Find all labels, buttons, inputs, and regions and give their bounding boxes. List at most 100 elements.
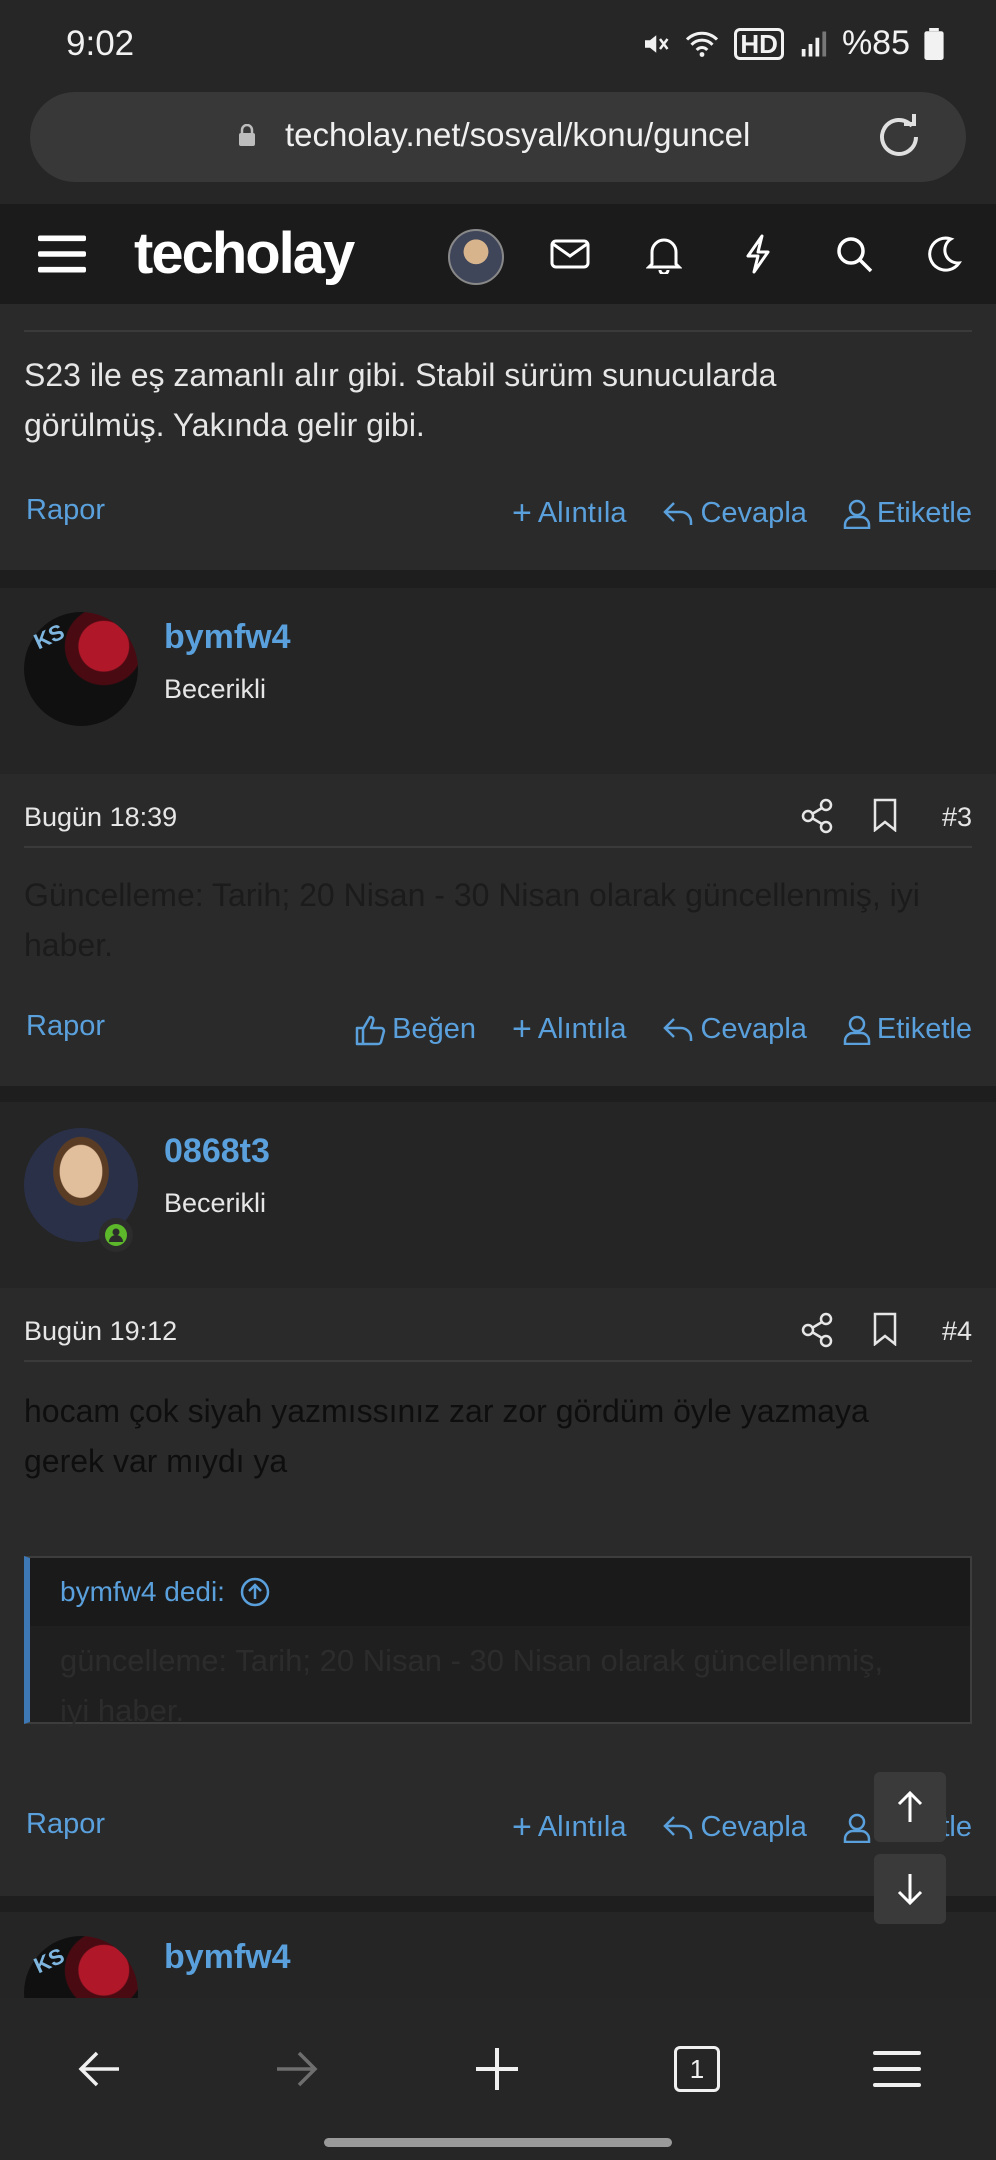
- new-tab-icon[interactable]: [462, 2034, 532, 2104]
- bell-icon[interactable]: [640, 229, 688, 279]
- post-5-user: KS bymfw4: [0, 1912, 996, 2050]
- plus-icon: +: [511, 1808, 532, 1846]
- post-4: Bugün 19:12 #4 hocam çok siyah yazmıssın…: [0, 1288, 996, 1896]
- browser-menu-icon[interactable]: [862, 2034, 932, 2104]
- user-icon: [843, 1015, 871, 1045]
- search-icon[interactable]: [830, 229, 878, 279]
- post-body: Güncelleme: Tarih; 20 Nisan - 30 Nisan o…: [24, 877, 920, 963]
- address-bar[interactable]: techolay.net/sosyal/konu/guncel: [30, 92, 966, 182]
- back-icon[interactable]: [64, 2034, 134, 2104]
- bookmark-icon[interactable]: [872, 1312, 898, 1346]
- arrow-up-circle-icon[interactable]: [239, 1576, 271, 1608]
- user-avatar[interactable]: KS: [24, 612, 138, 726]
- reply-button[interactable]: Cevapla: [662, 497, 807, 530]
- post-separator: [0, 1086, 996, 1102]
- quote-label: Alıntıla: [537, 1811, 627, 1843]
- online-status-icon: [99, 1218, 133, 1252]
- browser-bottom-nav: 1: [0, 1998, 996, 2160]
- avatar[interactable]: [448, 229, 504, 285]
- report-label: Rapor: [26, 494, 105, 526]
- share-icon[interactable]: [800, 798, 834, 834]
- wifi-icon: [686, 31, 719, 57]
- menu-icon[interactable]: [38, 229, 86, 279]
- avatar-initials: KS: [29, 1942, 69, 1979]
- reply-label: Cevapla: [700, 497, 807, 529]
- plus-icon: +: [511, 494, 532, 532]
- share-icon[interactable]: [800, 1312, 834, 1348]
- post-separator: [0, 1896, 996, 1912]
- like-button[interactable]: Beğen: [354, 1013, 476, 1046]
- status-icons: HD %85: [640, 24, 944, 63]
- battery-label: %85: [841, 24, 910, 62]
- tab-count: 1: [689, 2053, 705, 2084]
- quote-text: güncelleme: Tarih; 20 Nisan - 30 Nisan o…: [60, 1643, 884, 1728]
- post-actions: Beğen + Alıntıla Cevapla Etiketle: [354, 1010, 972, 1049]
- username[interactable]: bymfw4: [164, 1938, 291, 1977]
- thumbs-up-icon: [355, 1015, 386, 1045]
- bolt-icon[interactable]: [734, 229, 782, 279]
- reply-label: Cevapla: [700, 1013, 807, 1045]
- scroll-top-button[interactable]: [874, 1772, 946, 1842]
- status-time: 9:02: [66, 24, 135, 63]
- status-bar: 9:02 HD %85: [0, 0, 996, 92]
- post-date[interactable]: Bugün 18:39: [24, 802, 177, 833]
- username[interactable]: 0868t3: [164, 1132, 270, 1171]
- post-body: S23 ile eş zamanlı alır gibi. Stabil sür…: [24, 357, 777, 443]
- report-link[interactable]: Rapor: [26, 1808, 105, 1841]
- scroll-bottom-button[interactable]: [874, 1854, 946, 1924]
- meta-divider: [24, 1360, 972, 1362]
- post-separator: [0, 570, 996, 588]
- user-title: Becerikli: [164, 1188, 267, 1218]
- quote-button[interactable]: + Alıntıla: [512, 494, 627, 533]
- arrow-down-icon: [897, 1874, 923, 1906]
- site-logo[interactable]: techolay: [134, 220, 355, 287]
- forward-icon: [262, 2034, 332, 2104]
- post-actions: +Alıntıla Cevapla Etiketle: [512, 494, 972, 533]
- quote-button[interactable]: + Alıntıla: [512, 1808, 627, 1847]
- post-number[interactable]: #4: [942, 1316, 972, 1347]
- tag-label: Etiketle: [876, 497, 972, 529]
- reply-button[interactable]: Cevapla: [662, 1013, 807, 1046]
- battery-icon: [924, 27, 944, 60]
- post-2: S23 ile eş zamanlı alır gibi. Stabil sür…: [0, 304, 996, 570]
- arrow-up-icon: [897, 1790, 923, 1822]
- user-icon: [843, 499, 871, 529]
- post-3-user: KS bymfw4 Becerikli: [0, 588, 996, 774]
- hd-plus-icon: HD: [734, 27, 784, 60]
- quote-header[interactable]: bymfw4 dedi:: [30, 1558, 970, 1626]
- reply-label: Cevapla: [700, 1811, 807, 1843]
- bookmark-icon[interactable]: [872, 798, 898, 832]
- post-4-user: 0868t3 Becerikli: [0, 1102, 996, 1288]
- reply-icon: [663, 1017, 693, 1041]
- report-label: Rapor: [26, 1808, 105, 1840]
- home-indicator[interactable]: [324, 2138, 672, 2147]
- tabs-icon: 1: [674, 2046, 720, 2092]
- post-date[interactable]: Bugün 19:12: [24, 1316, 177, 1347]
- like-label: Beğen: [392, 1013, 476, 1045]
- meta-divider: [24, 330, 972, 332]
- post-body: hocam çok siyah yazmıssınız zar zor görd…: [24, 1393, 869, 1479]
- report-label: Rapor: [26, 1010, 105, 1042]
- report-link[interactable]: Rapor: [26, 1010, 105, 1043]
- reload-icon[interactable]: [874, 112, 924, 162]
- quote-author: bymfw4 dedi:: [60, 1576, 225, 1607]
- tabs-button[interactable]: 1: [662, 2034, 732, 2104]
- post-3: Bugün 18:39 #3 Güncelleme: Tarih; 20 Nis…: [0, 774, 996, 1086]
- url-text[interactable]: techolay.net/sosyal/konu/guncel: [285, 116, 750, 154]
- mail-icon[interactable]: [546, 229, 594, 279]
- quote-button[interactable]: + Alıntıla: [512, 1010, 627, 1049]
- moon-icon[interactable]: [920, 229, 968, 279]
- post-number[interactable]: #3: [942, 802, 972, 833]
- mute-icon: [645, 34, 669, 53]
- tag-button[interactable]: Etiketle: [843, 1013, 972, 1046]
- user-title: Becerikli: [164, 674, 267, 704]
- reply-icon: [663, 1815, 693, 1839]
- site-header: techolay: [0, 204, 996, 304]
- meta-divider: [24, 846, 972, 848]
- reply-button[interactable]: Cevapla: [662, 1811, 807, 1844]
- quote-block: bymfw4 dedi: güncelleme: Tarih; 20 Nisan…: [24, 1556, 972, 1728]
- signal-icon: [801, 31, 827, 56]
- report-link[interactable]: Rapor: [26, 494, 105, 527]
- tag-button[interactable]: Etiketle: [843, 497, 972, 530]
- username[interactable]: bymfw4: [164, 618, 291, 657]
